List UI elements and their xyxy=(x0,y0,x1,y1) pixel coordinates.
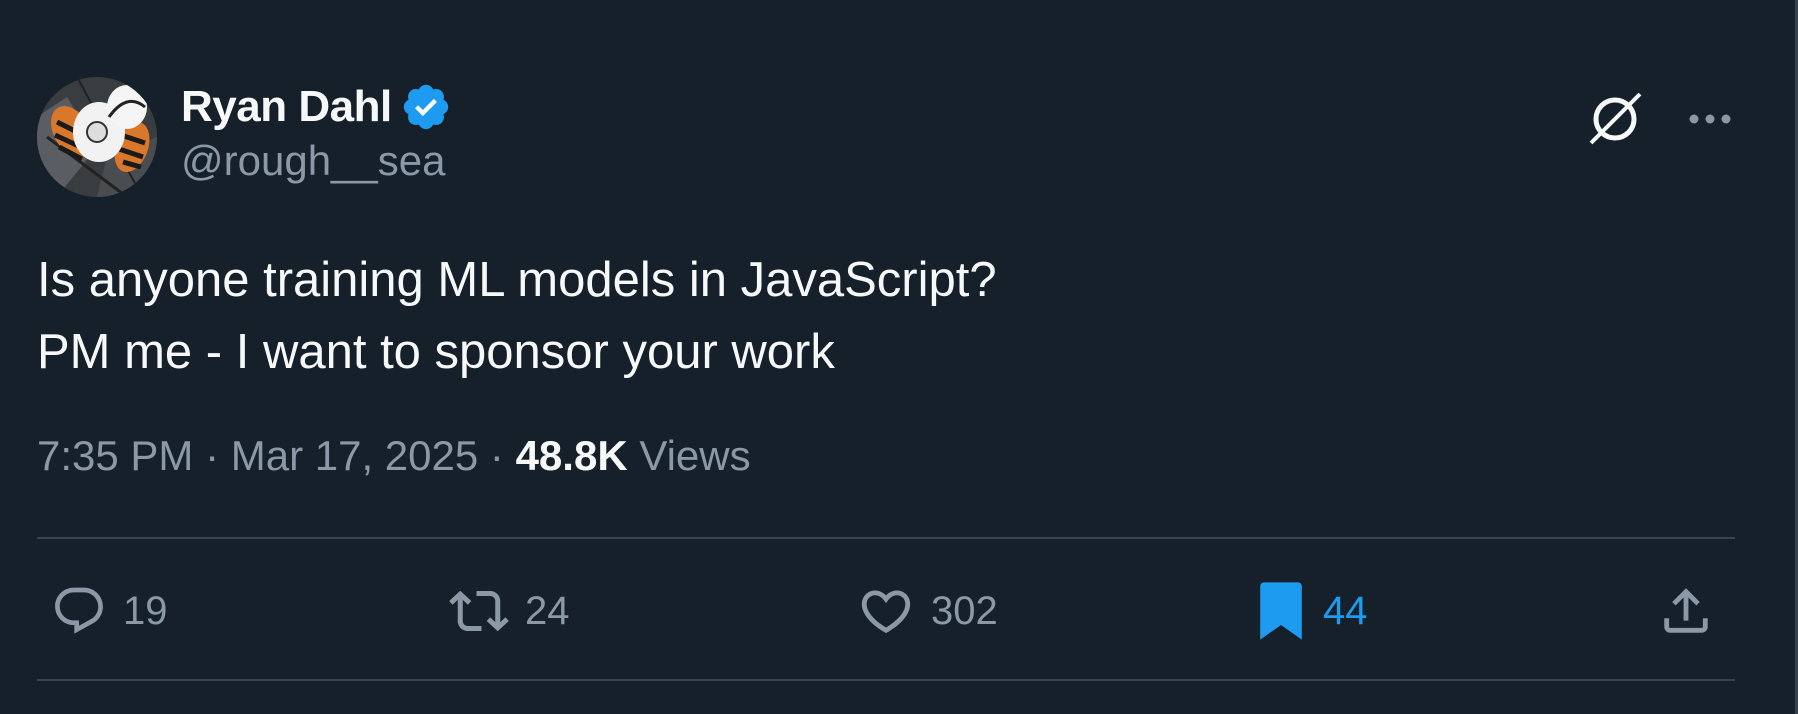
tweet-text-line: PM me - I want to sponsor your work xyxy=(37,325,835,379)
bookmark-count: 44 xyxy=(1323,588,1368,633)
share-upload-icon xyxy=(1664,588,1708,633)
tweet-meta: 7:35 PM · Mar 17, 2025 · 48.8K Views xyxy=(37,432,751,480)
divider xyxy=(37,537,1735,539)
tweet-header: Ryan Dahl @rough__sea xyxy=(37,77,1735,197)
retweet-button[interactable]: 24 xyxy=(449,576,570,646)
tweet-text-line: Is anyone training ML models in JavaScri… xyxy=(37,253,997,307)
action-bar: 19 24 302 44 xyxy=(37,576,1735,646)
author-handle[interactable]: @rough__sea xyxy=(181,137,452,185)
like-count: 302 xyxy=(931,588,998,633)
verified-badge-icon[interactable] xyxy=(400,81,452,133)
display-name[interactable]: Ryan Dahl xyxy=(181,82,392,132)
tweet: Ryan Dahl @rough__sea Is anyone training… xyxy=(37,0,1735,714)
grok-slash-circle-icon[interactable] xyxy=(1585,89,1645,149)
views-count: 48.8K xyxy=(515,432,628,479)
heart-icon xyxy=(861,590,911,634)
meta-separator: · xyxy=(478,432,516,479)
like-button[interactable]: 302 xyxy=(857,576,998,646)
divider xyxy=(37,679,1735,681)
tweet-time[interactable]: 7:35 PM xyxy=(37,432,193,480)
reply-bubble-icon xyxy=(55,587,103,634)
author-info: Ryan Dahl @rough__sea xyxy=(181,79,452,185)
avatar[interactable] xyxy=(37,77,157,197)
retweet-count: 24 xyxy=(525,588,570,633)
share-button[interactable] xyxy=(1657,576,1715,646)
tweet-text: Is anyone training ML models in JavaScri… xyxy=(37,244,1697,388)
meta-separator: · xyxy=(193,432,231,479)
name-row: Ryan Dahl xyxy=(181,79,452,135)
bookmark-filled-icon xyxy=(1260,582,1302,640)
tweet-date[interactable]: Mar 17, 2025 xyxy=(231,432,479,480)
more-dots-icon[interactable] xyxy=(1685,97,1735,141)
reply-button[interactable]: 19 xyxy=(51,576,168,646)
views-label: Views xyxy=(627,432,751,479)
bookmark-button[interactable]: 44 xyxy=(1255,576,1368,646)
reply-count: 19 xyxy=(123,588,168,633)
avatar-image xyxy=(37,77,157,197)
retweet-icon xyxy=(449,590,509,632)
